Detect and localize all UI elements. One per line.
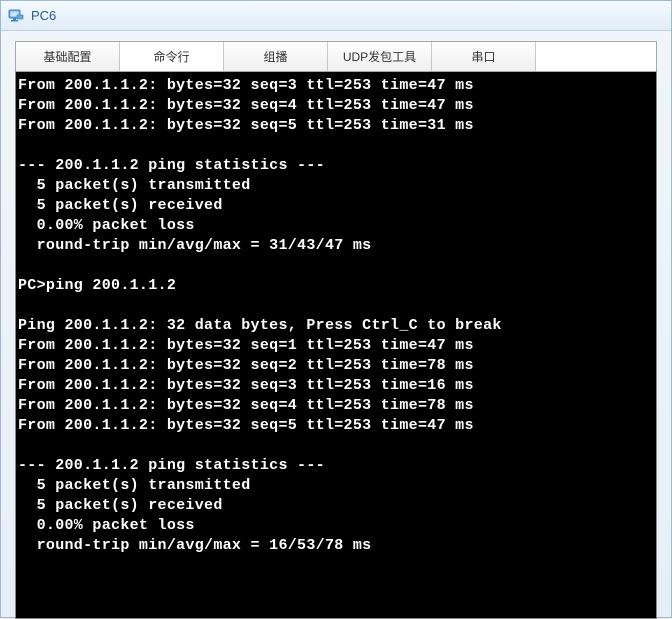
app-window: PC6 基础配置 命令行 组播 UDP发包工具 串口 From 200.1.1.… [0, 0, 672, 618]
tab-multicast[interactable]: 组播 [224, 42, 328, 71]
terminal-line: PC>ping 200.1.1.2 [18, 276, 654, 296]
terminal-line: --- 200.1.1.2 ping statistics --- [18, 156, 654, 176]
terminal-line [18, 256, 654, 276]
terminal-line [18, 136, 654, 156]
terminal-output[interactable]: From 200.1.1.2: bytes=32 seq=3 ttl=253 t… [15, 71, 657, 619]
terminal-line: From 200.1.1.2: bytes=32 seq=5 ttl=253 t… [18, 116, 654, 136]
terminal-line [18, 556, 654, 576]
titlebar[interactable]: PC6 [1, 1, 671, 31]
terminal-line: From 200.1.1.2: bytes=32 seq=3 ttl=253 t… [18, 76, 654, 96]
tabs: 基础配置 命令行 组播 UDP发包工具 串口 [15, 41, 657, 71]
terminal-line: 5 packet(s) received [18, 496, 654, 516]
tab-command-line[interactable]: 命令行 [120, 42, 224, 71]
tab-serial[interactable]: 串口 [432, 42, 536, 71]
window-title: PC6 [31, 8, 56, 23]
terminal-line: From 200.1.1.2: bytes=32 seq=5 ttl=253 t… [18, 416, 654, 436]
terminal-line: round-trip min/avg/max = 31/43/47 ms [18, 236, 654, 256]
terminal-line: From 200.1.1.2: bytes=32 seq=4 ttl=253 t… [18, 96, 654, 116]
pc-icon [7, 7, 25, 25]
terminal-line: 5 packet(s) received [18, 196, 654, 216]
terminal-line: --- 200.1.1.2 ping statistics --- [18, 456, 654, 476]
terminal-line [18, 296, 654, 316]
tab-basic-config[interactable]: 基础配置 [16, 42, 120, 71]
terminal-line: 5 packet(s) transmitted [18, 476, 654, 496]
terminal-line: 5 packet(s) transmitted [18, 176, 654, 196]
terminal-line: 0.00% packet loss [18, 216, 654, 236]
terminal-line: From 200.1.1.2: bytes=32 seq=4 ttl=253 t… [18, 396, 654, 416]
terminal-line: Ping 200.1.1.2: 32 data bytes, Press Ctr… [18, 316, 654, 336]
terminal-line [18, 436, 654, 456]
terminal-line: round-trip min/avg/max = 16/53/78 ms [18, 536, 654, 556]
terminal-line: From 200.1.1.2: bytes=32 seq=1 ttl=253 t… [18, 336, 654, 356]
terminal-line: 0.00% packet loss [18, 516, 654, 536]
content-area: 基础配置 命令行 组播 UDP发包工具 串口 From 200.1.1.2: b… [1, 31, 671, 619]
terminal-line: From 200.1.1.2: bytes=32 seq=3 ttl=253 t… [18, 376, 654, 396]
terminal-line: From 200.1.1.2: bytes=32 seq=2 ttl=253 t… [18, 356, 654, 376]
tab-udp-tool[interactable]: UDP发包工具 [328, 42, 432, 71]
